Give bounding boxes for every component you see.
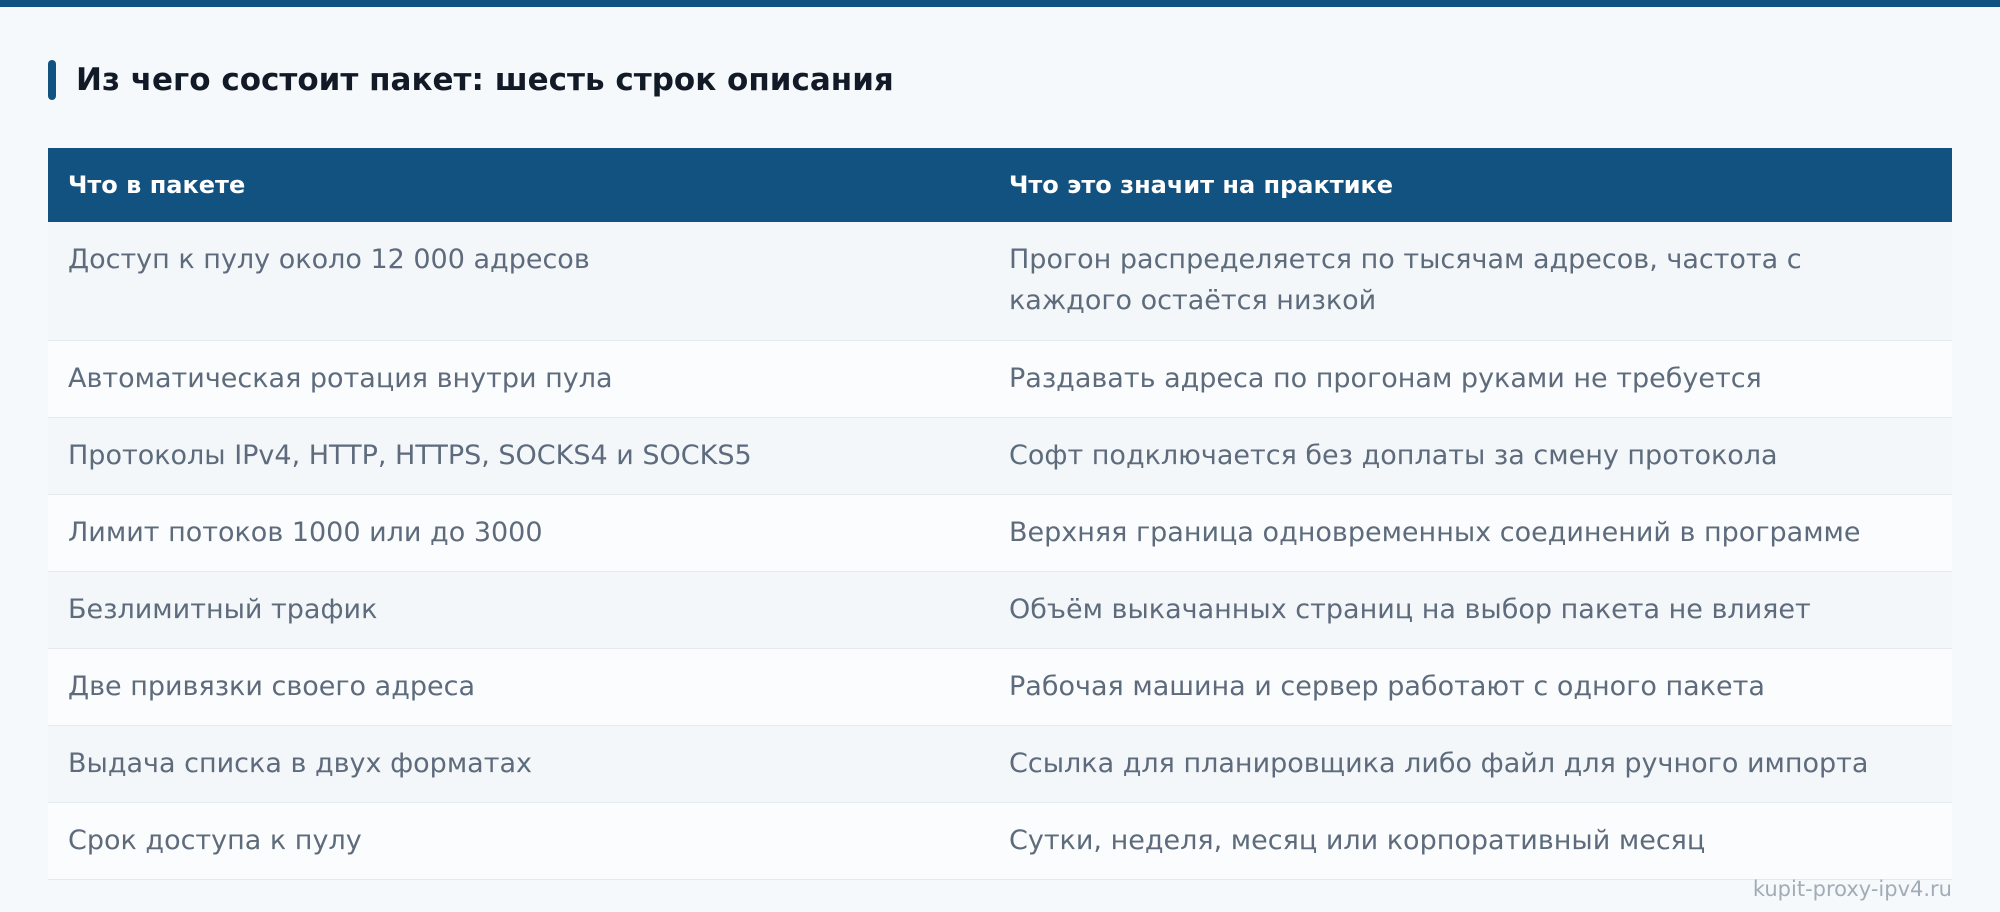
cell-package: Срок доступа к пулу <box>48 802 989 880</box>
table-row: Выдача списка в двух форматах Ссылка для… <box>48 725 1952 803</box>
cell-package: Доступ к пулу около 12 000 адресов <box>48 222 989 341</box>
cell-meaning: Объём выкачанных страниц на выбор пакета… <box>989 571 1952 649</box>
table-row: Доступ к пулу около 12 000 адресов Прого… <box>48 222 1952 341</box>
cell-meaning: Рабочая машина и сервер работают с одног… <box>989 648 1952 726</box>
table-row: Безлимитный трафик Объём выкачанных стра… <box>48 571 1952 649</box>
cell-meaning-text: Прогон распределяется по тысячам адресов… <box>1009 244 1802 316</box>
table-row: Автоматическая ротация внутри пула Разда… <box>48 340 1952 418</box>
cell-meaning: Верхняя граница одновременных соединений… <box>989 494 1952 572</box>
cell-meaning: Сутки, неделя, месяц или корпоративный м… <box>989 802 1952 880</box>
table-header: Что в пакете Что это значит на практике <box>48 148 1952 222</box>
cell-meaning: Ссылка для планировщика либо файл для ру… <box>989 725 1952 803</box>
table-row: Лимит потоков 1000 или до 3000 Верхняя г… <box>48 494 1952 572</box>
table-row: Две привязки своего адреса Рабочая машин… <box>48 648 1952 726</box>
site-watermark: kupit-proxy-ipv4.ru <box>1752 877 1952 901</box>
package-table: Что в пакете Что это значит на практике … <box>48 148 1952 880</box>
table-row: Срок доступа к пулу Сутки, неделя, месяц… <box>48 802 1952 880</box>
column-header-meaning: Что это значит на практике <box>989 148 1952 222</box>
cell-meaning: Прогон распределяется по тысячам адресов… <box>989 222 1952 341</box>
cell-meaning: Раздавать адреса по прогонам руками не т… <box>989 340 1952 418</box>
cell-package: Выдача списка в двух форматах <box>48 725 989 803</box>
table-header-row: Что в пакете Что это значит на практике <box>48 148 1952 222</box>
cell-package: Протоколы IPv4, HTTP, HTTPS, SOCKS4 и SO… <box>48 417 989 495</box>
section-heading: Из чего состоит пакет: шесть строк описа… <box>48 60 894 100</box>
page-title: Из чего состоит пакет: шесть строк описа… <box>76 62 894 98</box>
cell-package: Автоматическая ротация внутри пула <box>48 340 989 418</box>
cell-package: Две привязки своего адреса <box>48 648 989 726</box>
cell-package: Безлимитный трафик <box>48 571 989 649</box>
table-row: Протоколы IPv4, HTTP, HTTPS, SOCKS4 и SO… <box>48 417 1952 495</box>
heading-accent-bar <box>48 60 56 100</box>
top-accent-bar <box>0 0 2000 7</box>
cell-package: Лимит потоков 1000 или до 3000 <box>48 494 989 572</box>
table-body: Доступ к пулу около 12 000 адресов Прого… <box>48 222 1952 880</box>
column-header-package: Что в пакете <box>48 148 989 222</box>
cell-meaning: Софт подключается без доплаты за смену п… <box>989 417 1952 495</box>
